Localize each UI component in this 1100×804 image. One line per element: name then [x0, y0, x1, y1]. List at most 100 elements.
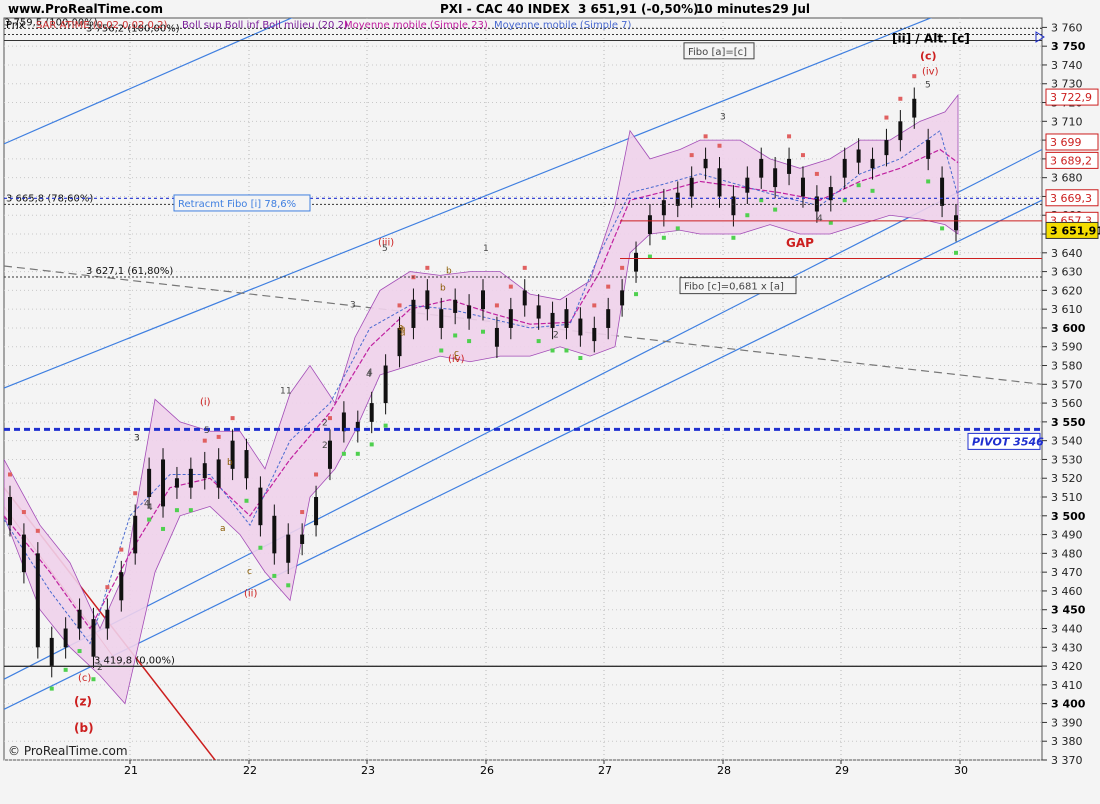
sar-dot [884, 115, 889, 120]
candle-body [592, 327, 597, 342]
wave-label: c [247, 567, 252, 577]
wave-label: 1 [483, 244, 489, 254]
sar-dot [35, 528, 40, 533]
y-tick-label: 3 440 [1051, 623, 1083, 636]
y-tick-label: 3 500 [1051, 510, 1086, 523]
wave-label: a [400, 325, 406, 335]
instrument-title: PXI - CAC 40 INDEX [440, 2, 570, 16]
level-label: 3 665,8 (78,60%) [6, 193, 93, 204]
candle-body [216, 459, 221, 488]
y-tick-label: 3 380 [1051, 735, 1083, 748]
sar-dot [383, 423, 388, 428]
sar-dot [119, 547, 124, 552]
candle-body [522, 290, 527, 306]
sar-dot [912, 74, 917, 79]
candle-body [578, 318, 583, 336]
sar-dot [578, 356, 583, 361]
sar-dot [258, 545, 263, 550]
wave-label: (z) [74, 695, 92, 709]
y-tick-label: 3 540 [1051, 435, 1083, 448]
y-tick-label: 3 370 [1051, 754, 1083, 767]
pivot-label: PIVOT 3546 [972, 435, 1044, 448]
y-tick-label: 3 610 [1051, 303, 1083, 316]
candle-body [369, 403, 374, 422]
sar-dot [661, 235, 666, 240]
sar-dot [634, 292, 639, 297]
legend-price: Prix [6, 20, 25, 31]
y-tick-label: 3 750 [1051, 40, 1086, 53]
candle-body [258, 487, 263, 526]
wave-label: c [454, 349, 459, 359]
candle-body [244, 450, 249, 479]
wave-label: (c) [920, 49, 937, 62]
sar-dot [717, 143, 722, 148]
sar-dot [286, 583, 291, 588]
sar-dot [300, 510, 305, 515]
candle-body [787, 158, 792, 174]
price-tag-label: 3 651,91 [1050, 224, 1100, 237]
y-tick-label: 3 600 [1051, 322, 1086, 335]
candle-body [620, 290, 625, 306]
x-tick-label: 28 [717, 764, 731, 777]
legend-ma23: Moyenne mobile (Simple 23) [344, 20, 488, 31]
wave-label: 4 [817, 214, 823, 224]
x-tick-label: 22 [243, 764, 257, 777]
wave-label: 2 [97, 663, 103, 673]
sar-dot [341, 451, 346, 456]
y-tick-label: 3 460 [1051, 585, 1083, 598]
wave-label: 3 [350, 300, 356, 310]
footer-copyright: © ProRealTime.com [8, 744, 128, 758]
sar-dot [244, 498, 249, 503]
y-tick-label: 3 620 [1051, 284, 1083, 297]
y-tick-label: 3 410 [1051, 679, 1083, 692]
sar-dot [453, 333, 458, 338]
candle-body [286, 534, 291, 563]
x-tick-label: 30 [954, 764, 968, 777]
candle-body [661, 200, 666, 216]
candle-body [105, 609, 110, 629]
sar-dot [21, 510, 26, 515]
sar-dot [898, 96, 903, 101]
x-tick-label: 26 [480, 764, 494, 777]
candle-body [898, 121, 903, 141]
candle-body [425, 290, 430, 310]
candle-body [91, 619, 96, 657]
wave-label: 3 [134, 434, 140, 444]
sar-dot [105, 585, 110, 590]
y-tick-label: 3 630 [1051, 266, 1083, 279]
sar-dot [188, 508, 193, 513]
candle-body [940, 177, 945, 206]
candle-body [564, 309, 569, 328]
sar-dot [147, 517, 152, 522]
sar-dot [314, 472, 319, 477]
candle-body [119, 572, 124, 601]
wave-label: b [440, 283, 446, 293]
sar-dot [773, 207, 778, 212]
site-title[interactable]: www.ProRealTime.com [8, 2, 163, 16]
price-tag-label: 3 699 [1050, 136, 1082, 149]
candle-body [300, 534, 305, 544]
sar-dot [592, 303, 597, 308]
candle-body [439, 309, 444, 328]
candle-body [314, 497, 319, 526]
y-tick-label: 3 430 [1051, 641, 1083, 654]
candle-body [800, 177, 805, 197]
sar-dot [606, 284, 611, 289]
wave-label: (iv) [922, 66, 939, 77]
wave-label: a [220, 524, 226, 534]
candle-body [759, 158, 764, 178]
sar-dot [508, 284, 513, 289]
price-tag-label: 3 722,9 [1050, 91, 1092, 104]
sar-dot [272, 573, 277, 578]
candle-body [49, 637, 54, 667]
wave-label: (ii) [244, 589, 257, 600]
sar-dot [425, 265, 430, 270]
sar-dot [467, 339, 472, 344]
sar-dot [216, 434, 221, 439]
sar-dot [703, 134, 708, 139]
y-tick-label: 3 760 [1051, 21, 1083, 34]
sar-dot [327, 416, 332, 421]
level-label: 3 627,1 (61,80%) [86, 266, 173, 277]
chart-container: 3 759,5 (100,00%) 3 756,2 (100,00%) 3 665,… [0, 0, 1100, 800]
wave-label: 2 [322, 441, 328, 451]
